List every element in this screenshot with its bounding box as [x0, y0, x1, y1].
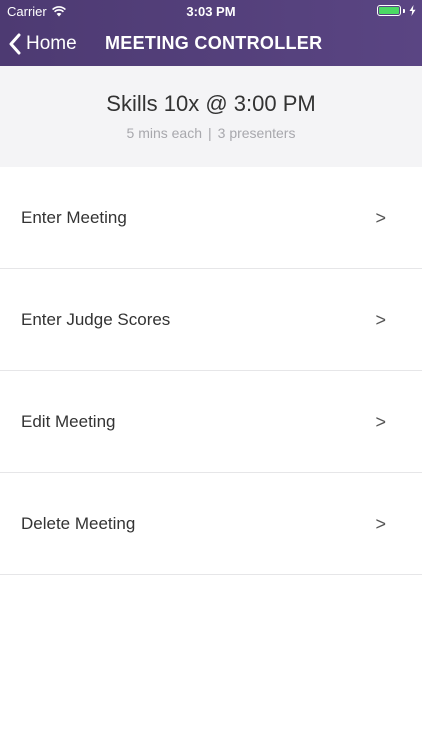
meeting-title: Skills 10x @ 3:00 PM	[106, 91, 316, 116]
details-separator: |	[208, 125, 212, 141]
menu-item-label: Enter Meeting	[21, 208, 127, 227]
meeting-summary: Skills 10x @ 3:00 PM 5 mins each | 3 prese…	[0, 66, 422, 167]
meeting-duration: 5 mins each	[126, 125, 202, 141]
chevron-right-icon: >	[375, 310, 386, 330]
meeting-presenters: 3 presenters	[217, 125, 296, 141]
battery-icon	[377, 5, 401, 16]
status-bar: Carrier 3:03 PM	[0, 0, 422, 22]
chevron-right-icon: >	[375, 208, 386, 228]
back-button-label: Home	[26, 33, 77, 54]
chevron-left-icon	[9, 33, 21, 55]
delete-meeting-item[interactable]: Delete Meeting >	[0, 473, 422, 575]
navigation-bar: Home MEETING CONTROLLER	[0, 22, 422, 66]
edit-meeting-item[interactable]: Edit Meeting >	[0, 371, 422, 473]
battery-level	[379, 7, 399, 14]
app-header: Carrier 3:03 PM Home MEETING CONTROLLER	[0, 0, 422, 66]
charging-bolt-icon	[409, 5, 416, 16]
meeting-actions-list: Enter Meeting > Enter Judge Scores > Edi…	[0, 167, 422, 575]
chevron-right-icon: >	[375, 412, 386, 432]
page-title: MEETING CONTROLLER	[105, 33, 323, 53]
enter-meeting-item[interactable]: Enter Meeting >	[0, 167, 422, 269]
status-time: 3:03 PM	[186, 4, 236, 19]
battery-indicator	[377, 5, 416, 16]
menu-item-label: Enter Judge Scores	[21, 310, 171, 329]
enter-judge-scores-item[interactable]: Enter Judge Scores >	[0, 269, 422, 371]
battery-nub	[403, 8, 405, 13]
back-button[interactable]: Home	[8, 30, 77, 58]
chevron-right-icon: >	[375, 514, 386, 534]
meeting-details: 5 mins each | 3 presenters	[0, 125, 422, 141]
menu-item-label: Delete Meeting	[21, 514, 136, 533]
menu-item-label: Edit Meeting	[21, 412, 116, 431]
